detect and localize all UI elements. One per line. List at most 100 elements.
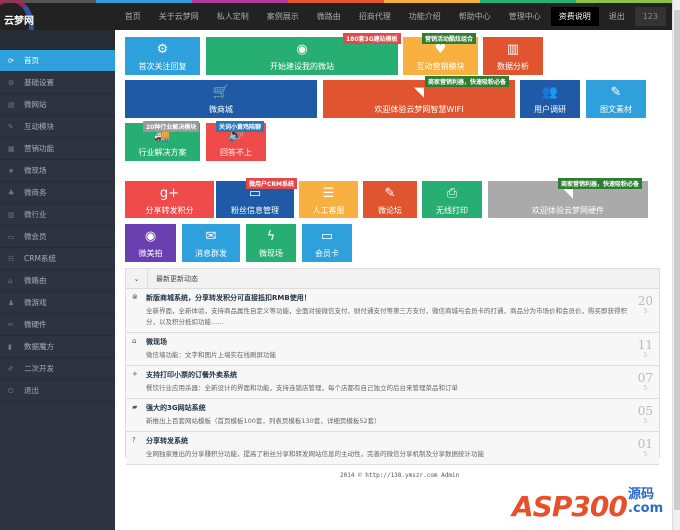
sidebar-item[interactable]: ✎ 互动模块: [0, 116, 115, 138]
tile-label: 粉丝信息管理: [231, 206, 279, 215]
nav-item[interactable]: 管理中心: [501, 7, 549, 26]
scrollbar-thumb[interactable]: [674, 10, 680, 510]
sidebar-item-label: 微硬件: [24, 320, 47, 329]
news-item[interactable]: ⊗ 新版商城系统，分享转发积分可直接抵扣RMB使用！ 全新界面，全新体验，支持商品属…: [126, 289, 659, 333]
tile-icon: ✎: [384, 186, 396, 201]
news-panel: ⌄ 最新更新动态 ⊗ 新版商城系统，分享转发积分可直接抵扣RMB使用！ 全新界面，全新…: [125, 268, 660, 465]
nav-item[interactable]: 案例展示: [259, 7, 307, 26]
news-header[interactable]: ⌄ 最新更新动态: [126, 269, 659, 289]
nav-item[interactable]: 功能介绍: [401, 7, 449, 26]
news-month: 5: [643, 352, 648, 359]
tile-17[interactable]: ◉ 微美拍: [125, 224, 176, 262]
tile-icon: 🛒: [212, 85, 230, 100]
tile-badge: 商家营销利器，快速吸粉必备: [425, 76, 510, 87]
sidebar-item[interactable]: ▥ 微行业: [0, 204, 115, 226]
news-item-desc: 餐饮行业应用杀器：全新设计的界面和功能，支持连锁店管理，每个店都有自己独立的后台…: [146, 384, 458, 392]
news-item-desc: 全网独家推出的分享赚积分功能，提高了粉丝分享和转发网站信息的主动性，完善的微信分…: [146, 450, 484, 458]
tile-icon: ◉: [296, 42, 308, 57]
tile-label: 用户调研: [534, 105, 566, 114]
tile-label: 图文素材: [600, 105, 632, 114]
sidebar-item-label: 微路由: [24, 276, 47, 285]
nav-item[interactable]: 私人定制: [209, 7, 257, 26]
sidebar-item-label: 退出: [24, 386, 39, 395]
nav-item[interactable]: 关于云梦网: [151, 7, 207, 26]
tile-8[interactable]: ✎ 图文素材: [586, 80, 646, 118]
top-nav: 首页 关于云梦网 私人定制 案例展示 微路由 招商代理 功能介绍 帮助中心 管理中心 资费说明 退出…: [117, 7, 666, 26]
sidebar-item-label: 微游戏: [24, 298, 47, 307]
tile-icon: ▭: [320, 229, 334, 244]
tile-1[interactable]: ⚙ 首次关注回复: [125, 37, 200, 75]
tile-icon: 👥: [541, 85, 559, 100]
tile-15[interactable]: ⎙ 无线打印: [422, 181, 482, 218]
tile-icon: ϟ: [266, 229, 276, 244]
nav-counter[interactable]: 123: [634, 7, 666, 26]
tile-14[interactable]: ✎ 微论坛: [363, 181, 417, 218]
tile-icon: ▥: [506, 42, 520, 57]
news-date: 07 5: [638, 371, 653, 392]
tile-icon: ♥: [434, 42, 447, 57]
news-item[interactable]: ▰ 强大的3G网站系统 新推出上百套网站模板（首页模板100套，列表页模板130套，…: [126, 399, 659, 432]
tile-4[interactable]: ▥ 数据分析: [483, 37, 543, 75]
sidebar-item[interactable]: ✂ 微硬件: [0, 314, 115, 336]
sidebar-item[interactable]: ✐ 二次开发: [0, 358, 115, 380]
sidebar-item[interactable]: ♟ 微游戏: [0, 292, 115, 314]
sidebar-item-label: 首页: [24, 56, 39, 65]
news-item[interactable]: ⌂ 微现场 微信墙功能：文字和图片上墙实在线刷屏功能 11 5: [126, 333, 659, 366]
tile-label: 消息群发: [195, 249, 227, 258]
sidebar-item[interactable]: ▮ 数据魔方: [0, 336, 115, 358]
nav-item[interactable]: 首页: [117, 7, 149, 26]
chevron-down-icon[interactable]: ⌄: [126, 269, 148, 288]
sidebar-item[interactable]: ▦ 营销功能: [0, 138, 115, 160]
news-item-title[interactable]: 分享转发系统: [146, 436, 629, 446]
tile-label: 微美拍: [138, 249, 163, 258]
scrollbar[interactable]: [672, 0, 680, 530]
sidebar-item-label: 营销功能: [24, 144, 54, 153]
logo: 云梦网: [4, 16, 34, 27]
sidebar-item[interactable]: ⌂ 微路由: [0, 270, 115, 292]
news-item-title[interactable]: 强大的3G网站系统: [146, 403, 629, 413]
sidebar-item[interactable]: ★ 微现场: [0, 160, 115, 182]
sidebar-item[interactable]: ▤ 微网站: [0, 94, 115, 116]
sidebar-item[interactable]: ☷ CRM系统: [0, 248, 115, 270]
nav-item[interactable]: 微路由: [309, 7, 349, 26]
tile-13[interactable]: ☰ 人工客服: [299, 181, 358, 218]
sidebar-item[interactable]: ⏻ 退出: [0, 380, 115, 402]
news-icon: ▰: [132, 403, 138, 411]
tile-label: 互动营销模块: [416, 62, 465, 71]
sidebar-header: [0, 30, 115, 50]
news-item[interactable]: ? 分享转发系统 全网独家推出的分享赚积分功能，提高了粉丝分享和转发网站信息的主动性…: [126, 432, 659, 465]
sidebar-item[interactable]: ⟳ 首页: [0, 50, 115, 72]
nav-item[interactable]: 招商代理: [351, 7, 399, 26]
tile-7[interactable]: 👥 用户调研: [520, 80, 580, 118]
tile-11[interactable]: g+ 分享转发积分: [125, 181, 214, 218]
news-item-title[interactable]: 新版商城系统，分享转发积分可直接抵扣RMB使用！: [146, 293, 629, 303]
nav-item[interactable]: 资费说明: [550, 7, 599, 26]
sidebar-item[interactable]: ♣ 微商务: [0, 182, 115, 204]
sidebar-item-label: 互动模块: [24, 122, 54, 131]
sidebar-icon: ✎: [8, 123, 14, 131]
tile-icon: g+: [159, 186, 180, 201]
tile-label: 行业解决方案: [138, 148, 187, 157]
sidebar-item[interactable]: ▭ 微会员: [0, 226, 115, 248]
news-date: 20 5: [638, 294, 653, 315]
tile-20[interactable]: ▭ 会员卡: [302, 224, 352, 262]
news-item-title[interactable]: 微现场: [146, 337, 629, 347]
tile-19[interactable]: ϟ 微现场: [246, 224, 296, 262]
tile-label: 人工客服: [312, 206, 345, 215]
news-item-title[interactable]: 支持打印小票的订餐外卖系统: [146, 370, 629, 380]
news-item-desc: 全新界面，全新体验，支持商品属性自定义等功能，全面对接微信支付、财付通支付等第三…: [146, 307, 627, 326]
tile-badge: 关词小黄鸡陪聊: [216, 121, 265, 132]
news-month: 5: [643, 451, 648, 458]
sidebar-icon: ⚙: [8, 79, 15, 87]
tile-label: 微现场: [259, 249, 283, 258]
nav-item[interactable]: 退出: [601, 7, 633, 26]
tile-label: 分享转发积分: [145, 206, 194, 215]
nav-item[interactable]: 帮助中心: [451, 7, 499, 26]
tile-label: 首次关注回复: [138, 62, 187, 71]
news-item[interactable]: + 支持打印小票的订餐外卖系统 餐饮行业应用杀器：全新设计的界面和功能，支持连锁店管…: [126, 366, 659, 399]
sidebar-item[interactable]: ⚙ 基础设置: [0, 72, 115, 94]
sidebar-icon: ☷: [8, 255, 15, 263]
sidebar-icon: ★: [8, 167, 15, 175]
tile-5[interactable]: 🛒 微商城: [125, 80, 317, 118]
tile-18[interactable]: ✉ 消息群发: [182, 224, 240, 262]
